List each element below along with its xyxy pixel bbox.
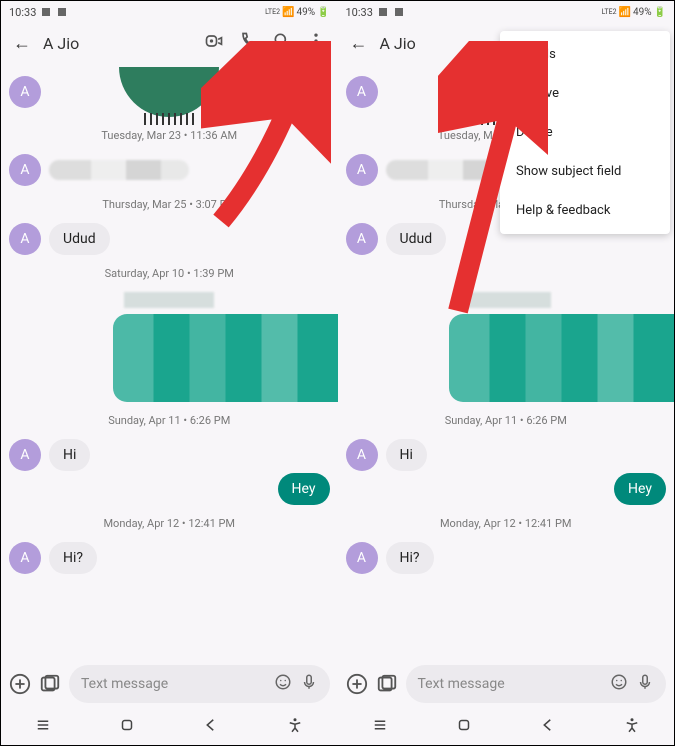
text-input[interactable]: Text message [69,665,330,703]
mic-icon[interactable] [636,673,654,695]
menu-details[interactable]: Details [500,35,670,74]
avatar[interactable]: A [9,154,41,186]
mic-icon[interactable] [300,673,318,695]
media-redacted [461,292,551,308]
signal-icon: 📶 [619,7,631,18]
recents-icon[interactable] [34,716,52,738]
input-bar: Text message [338,659,675,709]
status-icon [377,6,389,18]
phone-left: 10:33 LTE2 📶 49% 🔋 ← A Jio A Tuesday, Ma… [1,1,338,745]
input-placeholder: Text message [81,676,266,692]
chat-body[interactable]: A Tuesday, Mar 23 • 11:36 AM A Thursday,… [1,63,338,659]
emoji-icon[interactable] [274,673,292,695]
timestamp: Tuesday, Mar 23 • 11:36 AM [9,129,330,142]
status-icon [393,6,405,18]
menu-delete[interactable]: Delete [500,113,670,152]
video-call-icon[interactable] [204,31,224,55]
input-placeholder: Text message [418,676,603,692]
phone-right: 10:33 LTE2 📶 49% 🔋 ← A Jio A Tuesday, Ma… [338,1,675,745]
menu-show-subject[interactable]: Show subject field [500,152,670,191]
accessibility-icon[interactable] [286,716,304,738]
status-icon [40,6,52,18]
message-in[interactable]: Hi? [386,542,434,574]
status-bar: 10:33 LTE2 📶 49% 🔋 [338,1,675,23]
timestamp: Sunday, Apr 11 • 6:26 PM [9,414,330,427]
home-icon[interactable] [455,716,473,738]
nav-bar [338,709,675,745]
back-nav-icon[interactable] [539,716,557,738]
avatar[interactable]: A [346,542,378,574]
home-icon[interactable] [118,716,136,738]
text-input[interactable]: Text message [406,665,667,703]
contact-image [119,67,219,117]
message-media-redacted[interactable] [113,314,338,402]
back-nav-icon[interactable] [202,716,220,738]
status-bar: 10:33 LTE2 📶 49% 🔋 [1,1,338,23]
battery-icon: 🔋 [317,7,329,18]
add-icon[interactable] [9,673,31,695]
search-icon[interactable] [272,31,292,55]
add-icon[interactable] [346,673,368,695]
battery-icon: 🔋 [654,7,666,18]
status-time: 10:33 [9,6,36,19]
message-media-redacted[interactable] [449,314,674,402]
timestamp: Sunday, Apr 11 • 6:26 PM [346,414,667,427]
avatar[interactable]: A [9,223,41,255]
battery-pct: 49% [296,7,315,18]
avatar[interactable]: A [346,154,378,186]
message-in[interactable]: Hi [49,439,90,471]
back-button[interactable]: ← [9,29,35,58]
back-button[interactable]: ← [346,29,372,58]
status-net: LTE2 [265,8,280,16]
message-redacted [49,160,189,180]
message-in[interactable]: Udud [386,223,447,255]
message-in[interactable]: Hi [386,439,427,471]
message-out[interactable]: Hey [614,473,666,505]
gallery-icon[interactable] [39,673,61,695]
signal-icon: 📶 [282,7,294,18]
avatar[interactable]: A [9,439,41,471]
timestamp: Monday, Apr 12 • 12:41 PM [9,517,330,530]
gallery-icon[interactable] [376,673,398,695]
avatar[interactable]: A [346,439,378,471]
timestamp: Thursday, Mar 25 • 3:07 PM [9,198,330,211]
call-icon[interactable] [238,31,258,55]
menu-archive[interactable]: Archive [500,74,670,113]
menu-help[interactable]: Help & feedback [500,191,670,230]
emoji-icon[interactable] [610,673,628,695]
status-time: 10:33 [346,6,373,19]
nav-bar [1,709,338,745]
more-icon[interactable] [306,31,326,55]
avatar[interactable]: A [9,542,41,574]
chat-header: ← A Jio [1,23,338,63]
message-out[interactable]: Hey [278,473,330,505]
overflow-menu: Details Archive Delete Show subject fiel… [500,31,670,234]
media-redacted [124,292,214,308]
timestamp: Monday, Apr 12 • 12:41 PM [346,517,667,530]
battery-pct: 49% [633,7,652,18]
status-icon [56,6,68,18]
accessibility-icon[interactable] [623,716,641,738]
message-in[interactable]: Hi? [49,542,97,574]
timestamp: Saturday, Apr 10 • 1:39 PM [9,267,330,280]
input-bar: Text message [1,659,338,709]
message-in[interactable]: Udud [49,223,110,255]
recents-icon[interactable] [371,716,389,738]
avatar[interactable]: A [346,223,378,255]
chat-title: A Jio [43,34,196,53]
status-net: LTE2 [602,8,617,16]
